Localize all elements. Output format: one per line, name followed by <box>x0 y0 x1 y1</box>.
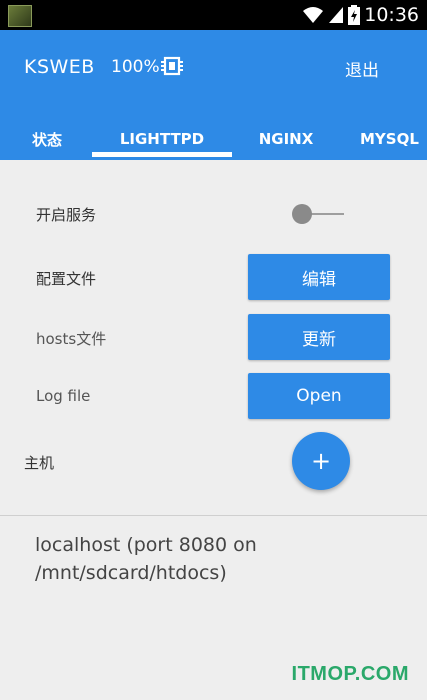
add-host-button[interactable]: + <box>292 432 350 490</box>
status-icons: 10:36 <box>302 3 419 27</box>
host-list-item[interactable]: localhost (port 8080 on /mnt/sdcard/htdo… <box>35 531 405 587</box>
signal-icon <box>329 7 344 23</box>
tab-mysql[interactable]: MYSQL <box>360 118 427 160</box>
update-hosts-button[interactable]: 更新 <box>248 314 390 360</box>
tab-indicator <box>92 152 232 157</box>
status-time: 10:36 <box>364 4 419 26</box>
watermark: ITMOP.COM <box>291 663 409 685</box>
wifi-icon <box>303 7 324 23</box>
exit-button[interactable]: 退出 <box>345 56 379 81</box>
service-label: 开启服务 <box>36 206 97 224</box>
tab-nginx[interactable]: NGINX <box>248 118 324 160</box>
config-file-label: 配置文件 <box>36 270 97 288</box>
hosts-file-label: hosts文件 <box>36 330 107 348</box>
battery-percent: 100% <box>111 57 160 77</box>
status-bar: 10:36 <box>0 0 427 30</box>
battery-icon <box>348 5 361 25</box>
notification-thumbnail-icon <box>8 5 32 27</box>
plus-icon: + <box>310 447 332 475</box>
tab-status[interactable]: 状态 <box>20 118 74 160</box>
service-toggle[interactable] <box>290 203 348 225</box>
app-bar: KSWEB 100% 退出 状态 LIGHTTPD NGINX MYSQL <box>0 30 427 160</box>
cpu-chip-icon <box>161 56 183 76</box>
divider <box>0 515 427 516</box>
app-title: KSWEB <box>24 56 95 78</box>
open-log-button[interactable]: Open <box>248 373 390 419</box>
edit-config-button[interactable]: 编辑 <box>248 254 390 300</box>
host-section-label: 主机 <box>24 454 55 472</box>
service-toggle-thumb <box>292 204 312 224</box>
log-file-label: Log file <box>36 387 91 405</box>
